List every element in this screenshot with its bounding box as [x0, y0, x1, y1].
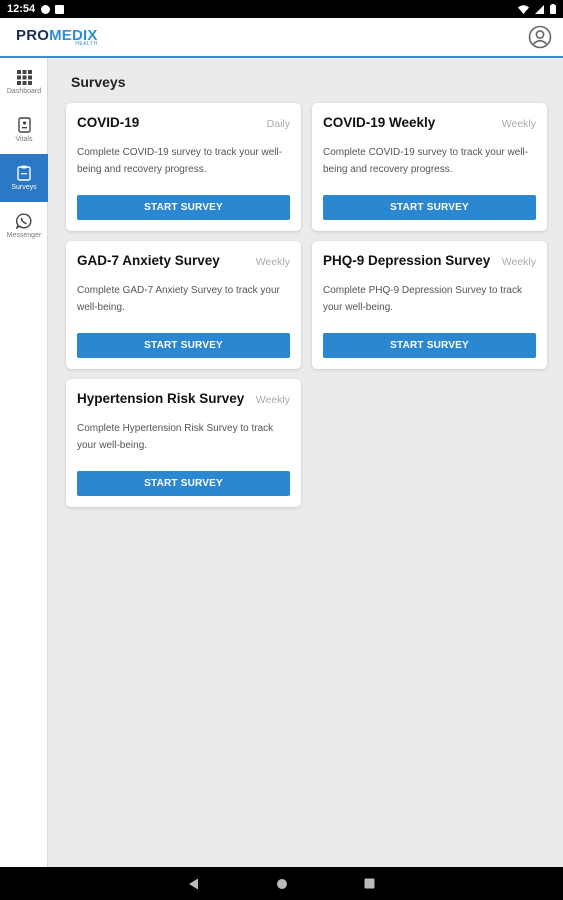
sidebar-item-label: Dashboard [6, 87, 42, 95]
back-icon[interactable] [188, 878, 200, 890]
card-title: COVID-19 [77, 115, 140, 130]
sidebar: Dashboard Vitals Surveys Messenger [0, 58, 48, 867]
main-content: Surveys COVID-19 Daily Complete COVID-19… [48, 58, 563, 867]
card-title: COVID-19 Weekly [323, 115, 436, 130]
clipboard-icon [17, 165, 31, 181]
card-description: Complete Hypertension Risk Survey to tra… [77, 423, 274, 451]
logo-health-text: HEALTH [75, 40, 98, 47]
survey-card-gad7: GAD-7 Anxiety Survey Weekly Complete GAD… [66, 241, 301, 369]
card-description: Complete COVID-19 survey to track your w… [323, 147, 529, 175]
system-nav-bar [0, 867, 563, 900]
card-frequency: Weekly [255, 256, 290, 268]
sim-icon [55, 4, 65, 14]
card-title: PHQ-9 Depression Survey [323, 253, 491, 268]
start-survey-button[interactable]: START SURVEY [323, 333, 536, 358]
recents-icon[interactable] [364, 878, 375, 889]
wifi-icon [518, 4, 529, 14]
card-frequency: Weekly [255, 394, 290, 406]
battery-icon [550, 4, 556, 14]
page-title: Surveys [71, 74, 126, 90]
card-frequency: Weekly [501, 256, 536, 268]
card-description: Complete GAD-7 Anxiety Survey to track y… [77, 285, 280, 313]
sidebar-item-dashboard[interactable]: Dashboard [0, 58, 48, 106]
status-bar: 12:54 [0, 0, 563, 18]
card-frequency: Weekly [501, 118, 536, 130]
sidebar-item-messenger[interactable]: Messenger [0, 202, 48, 250]
grid-icon [16, 69, 32, 85]
start-survey-button[interactable]: START SURVEY [77, 471, 290, 496]
card-title: Hypertension Risk Survey [77, 391, 245, 406]
app-bar: PROMEDIX HEALTH [0, 18, 563, 58]
signal-icon [535, 4, 544, 14]
card-frequency: Daily [266, 118, 290, 130]
card-description: Complete PHQ-9 Depression Survey to trac… [323, 285, 522, 313]
vitals-icon [17, 117, 31, 133]
status-time: 12:54 [7, 3, 36, 15]
survey-card-covid19: COVID-19 Daily Complete COVID-19 survey … [66, 103, 301, 231]
survey-card-phq9: PHQ-9 Depression Survey Weekly Complete … [312, 241, 547, 369]
notification-icon [41, 4, 51, 14]
sidebar-item-label: Messenger [6, 232, 42, 239]
sidebar-item-surveys[interactable]: Surveys [0, 154, 48, 202]
sidebar-item-label: Surveys [11, 184, 37, 191]
start-survey-button[interactable]: START SURVEY [323, 195, 536, 220]
survey-card-hypertension: Hypertension Risk Survey Weekly Complete… [66, 379, 301, 507]
user-avatar-icon[interactable] [528, 25, 552, 49]
sidebar-item-vitals[interactable]: Vitals [0, 106, 48, 154]
start-survey-button[interactable]: START SURVEY [77, 333, 290, 358]
card-description: Complete COVID-19 survey to track your w… [77, 147, 283, 175]
start-survey-button[interactable]: START SURVEY [77, 195, 290, 220]
sidebar-item-label: Vitals [15, 136, 33, 143]
card-title: GAD-7 Anxiety Survey [77, 253, 220, 268]
home-icon[interactable] [276, 878, 288, 890]
promedix-logo: PROMEDIX HEALTH [16, 28, 98, 47]
logo-pro-text: PRO [16, 26, 50, 44]
survey-card-covid19-weekly: COVID-19 Weekly Weekly Complete COVID-19… [312, 103, 547, 231]
chat-icon [16, 213, 32, 229]
